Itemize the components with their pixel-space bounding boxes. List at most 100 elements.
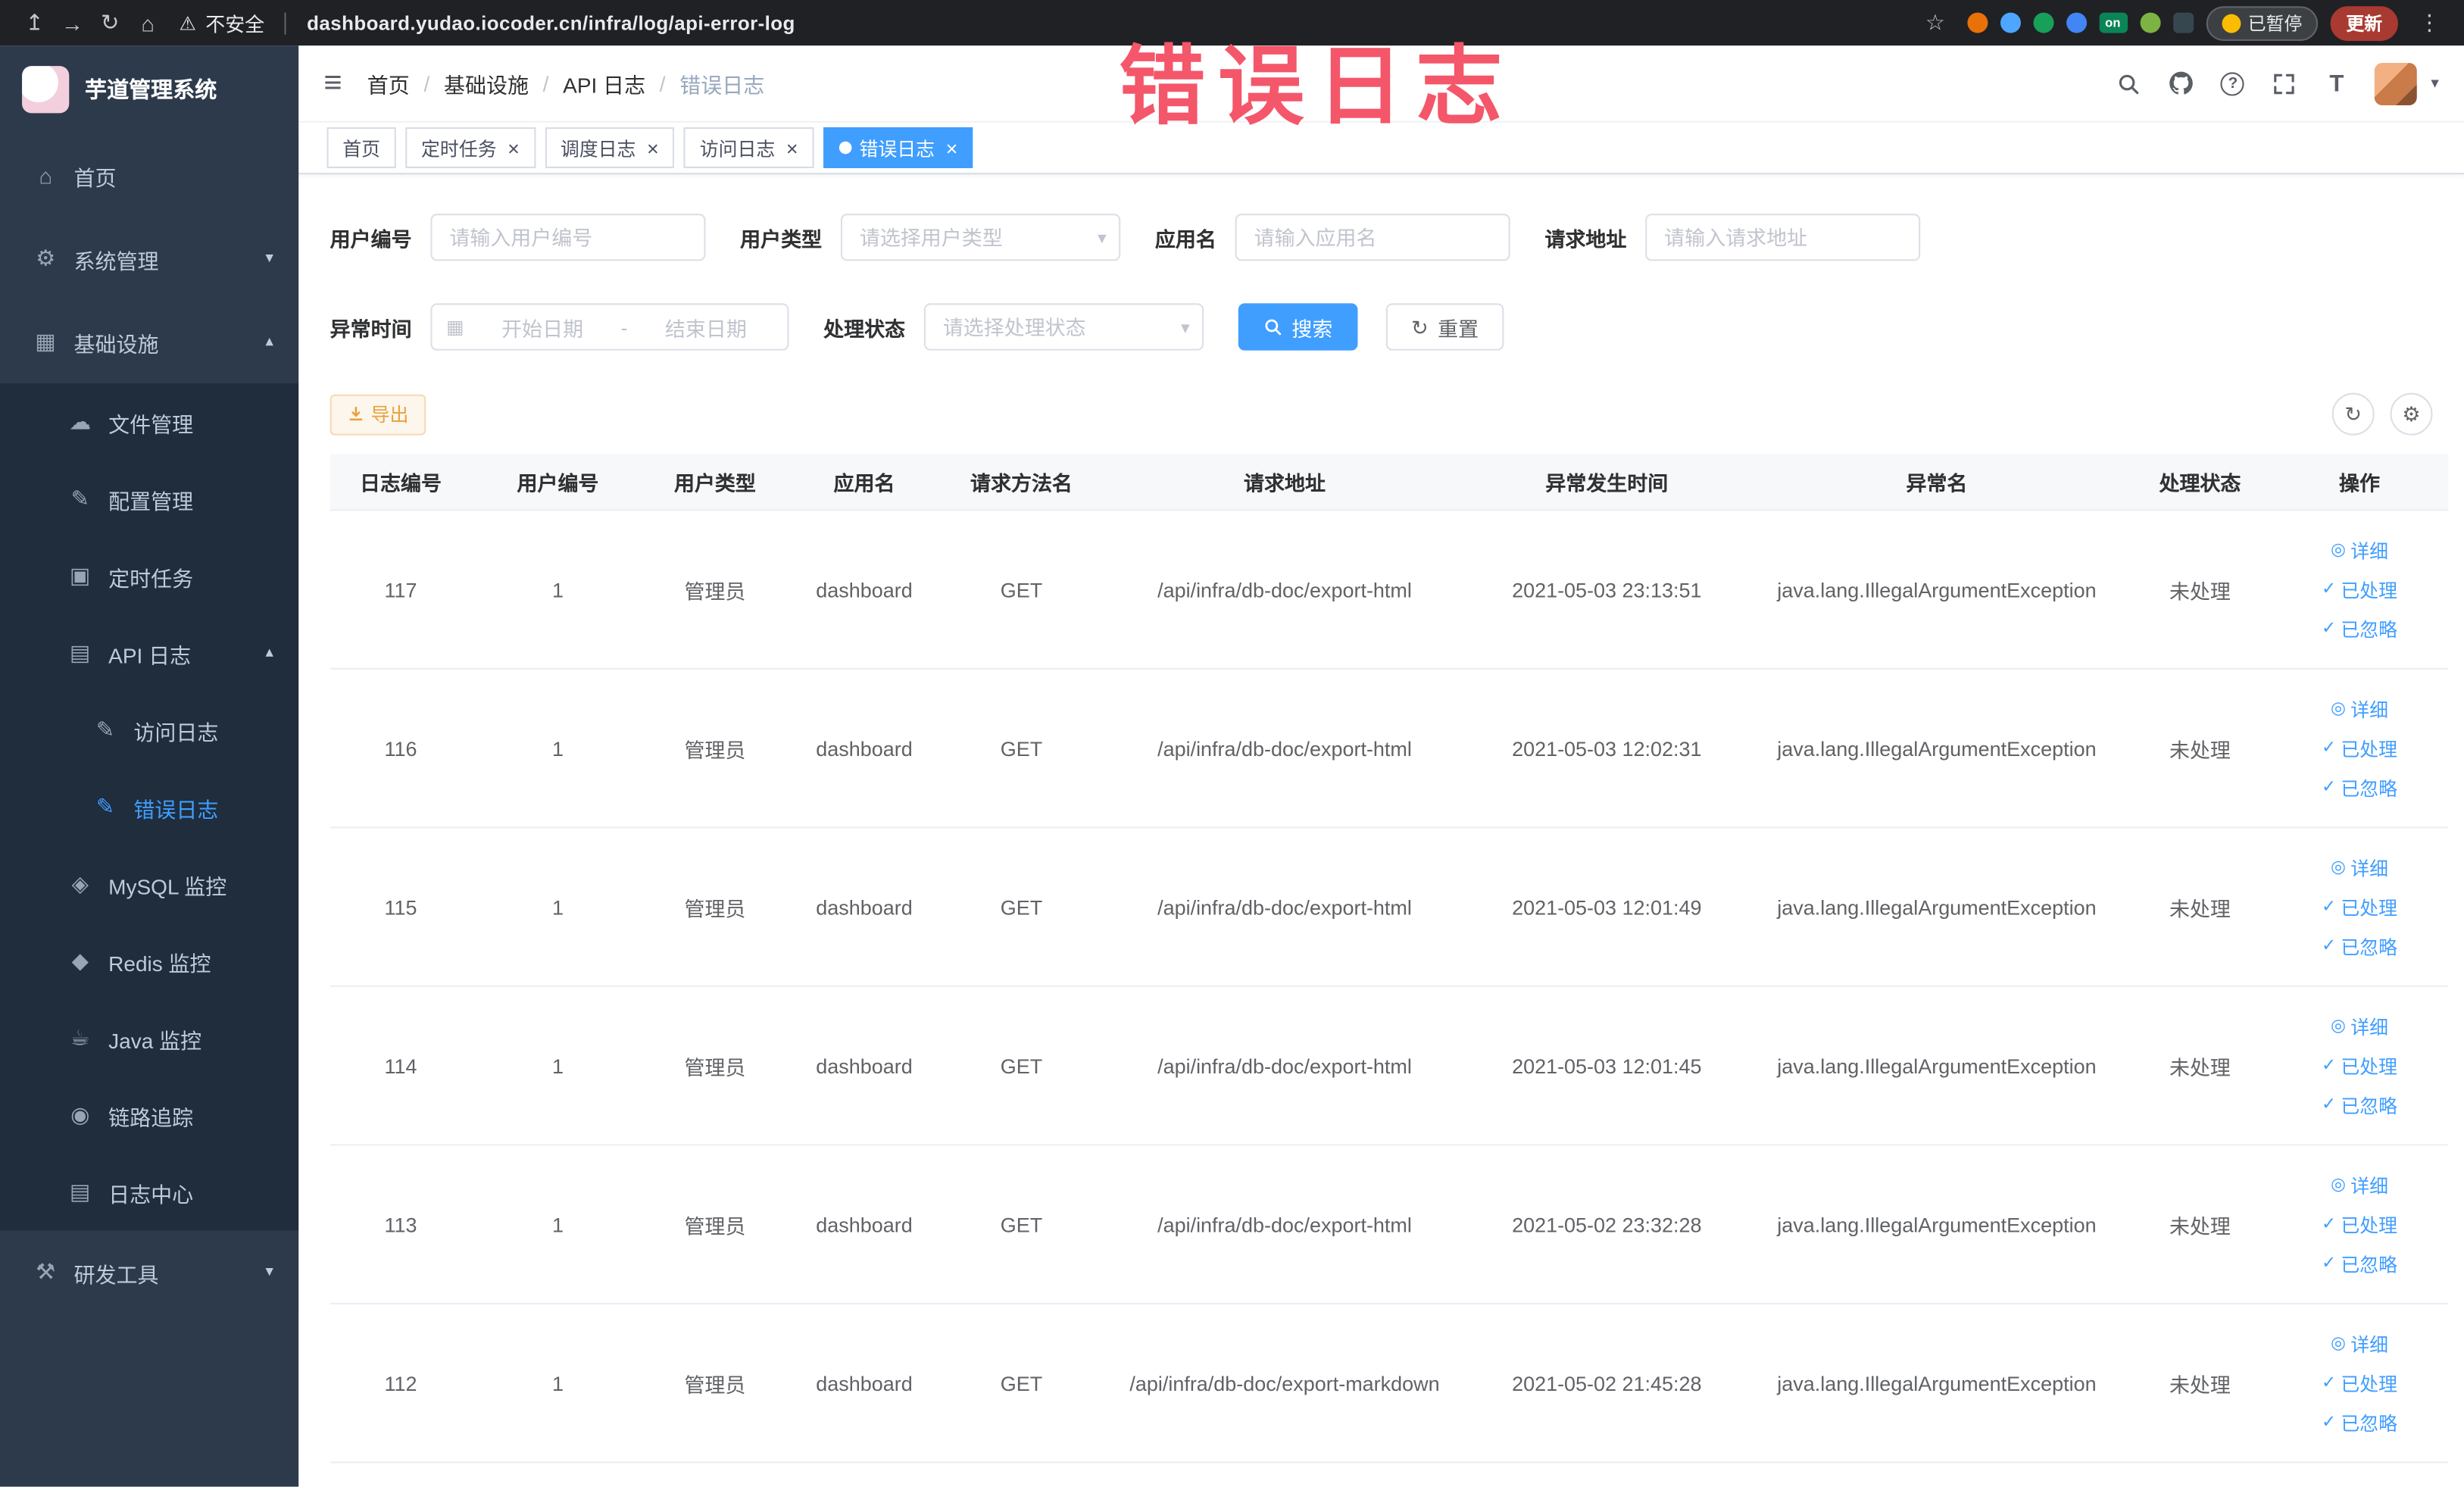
search-button[interactable]: 搜索 — [1238, 303, 1358, 351]
sidebar-item-system[interactable]: ⚙ 系统管理 ▾ — [0, 217, 299, 301]
sidebar-item-file[interactable]: ☁ 文件管理 — [0, 383, 299, 461]
sidebar-item-trace[interactable]: ◉ 链路追踪 — [0, 1076, 299, 1154]
close-icon[interactable]: × — [946, 138, 958, 158]
app-name-input[interactable] — [1235, 214, 1510, 261]
row-action-detail[interactable]: ◎ 详细 — [2331, 854, 2388, 881]
font-size-icon[interactable]: T — [2322, 69, 2350, 97]
search-icon[interactable] — [2115, 69, 2143, 97]
row-action-detail[interactable]: ◎ 详细 — [2331, 1013, 2388, 1039]
tab-home[interactable]: 首页 — [326, 127, 396, 168]
sidebar-item-access-log[interactable]: ✎ 访问日志 — [0, 691, 299, 769]
sidebar-item-dev-tools[interactable]: ⚒ 研发工具 ▾ — [0, 1230, 299, 1314]
check-icon: ✓ — [2321, 1214, 2337, 1233]
sidebar-item-error-log[interactable]: ✎ 错误日志 — [0, 768, 299, 846]
bookmark-star-icon[interactable]: ☆ — [1916, 9, 1954, 36]
sidebar-item-config[interactable]: ✎ 配置管理 — [0, 460, 299, 538]
table-cell: 未处理 — [2169, 1214, 2231, 1238]
row-action-ignored[interactable]: ✓ 已忽略 — [2322, 1092, 2397, 1118]
exception-time-range-picker[interactable]: ▦ 开始日期 - 结束日期 — [430, 303, 789, 351]
column-settings-button[interactable]: ⚙ — [2390, 392, 2433, 436]
paused-badge[interactable]: 已暂停 — [2205, 5, 2319, 40]
github-icon[interactable] — [2167, 69, 2195, 97]
tab-access-log[interactable]: 访问日志 × — [683, 127, 814, 168]
sidebar-item-java[interactable]: ☕ Java 监控 — [0, 999, 299, 1077]
row-action-ignored[interactable]: ✓ 已忽略 — [2322, 774, 2397, 801]
caret-down-icon[interactable]: ▾ — [2431, 75, 2438, 92]
extension-icon[interactable] — [1999, 12, 2020, 33]
close-icon[interactable]: × — [786, 138, 798, 158]
reload-icon[interactable]: ↻ — [91, 9, 129, 36]
user-id-input[interactable] — [430, 214, 706, 261]
tab-job[interactable]: 定时任务 × — [405, 127, 536, 168]
row-action-detail[interactable]: ◎ 详细 — [2331, 1330, 2388, 1357]
request-url-input[interactable] — [1645, 214, 1921, 261]
overlay-annotation: 错误日志 — [1119, 37, 1515, 136]
close-icon[interactable]: × — [507, 138, 520, 158]
breadcrumb-item[interactable]: 首页 — [367, 67, 410, 98]
table-cell: 117 — [384, 577, 417, 601]
update-button[interactable]: 更新 — [2330, 5, 2398, 40]
table-cell: 1 — [551, 1054, 564, 1078]
row-action-ignored[interactable]: ✓ 已忽略 — [2322, 932, 2397, 959]
sidebar-item-mysql[interactable]: ◈ MySQL 监控 — [0, 845, 299, 923]
sidebar-item-infra[interactable]: ▦ 基础设施 ▴ — [0, 300, 299, 384]
extension-icon[interactable] — [1966, 12, 1988, 33]
tab-job-log[interactable]: 调度日志 × — [545, 127, 675, 168]
table-cell: dashboard — [816, 1371, 913, 1395]
sidebar-item-log-center[interactable]: ▤ 日志中心 — [0, 1153, 299, 1231]
hamburger-icon[interactable]: ≡ — [323, 67, 342, 98]
breadcrumb-item[interactable]: 基础设施 — [444, 67, 529, 98]
extension-icon[interactable] — [2032, 12, 2053, 33]
sidebar-item-home[interactable]: ⌂ 首页 — [0, 133, 299, 217]
row-action-processed[interactable]: ✓ 已处理 — [2322, 893, 2397, 920]
reset-button[interactable]: ↻ 重置 — [1385, 303, 1504, 351]
sidebar-item-redis[interactable]: ◆ Redis 监控 — [0, 922, 299, 1000]
fullscreen-icon[interactable] — [2271, 69, 2299, 97]
refresh-button[interactable]: ↻ — [2331, 392, 2375, 436]
kebab-menu-icon[interactable]: ⋮ — [2410, 9, 2448, 36]
row-action-detail[interactable]: ◎ 详细 — [2331, 695, 2388, 722]
browser-home-icon[interactable]: ⌂ — [129, 10, 167, 35]
app-logo[interactable]: 芋道管理系统 — [0, 45, 298, 133]
extension-icon[interactable] — [2139, 12, 2160, 33]
url-text: dashboard.yudao.iocoder.cn/infra/log/api… — [307, 11, 795, 34]
row-action-processed[interactable]: ✓ 已处理 — [2322, 576, 2397, 602]
table-cell: /api/infra/db-doc/export-html — [1157, 895, 1412, 919]
row-action-processed[interactable]: ✓ 已处理 — [2322, 1211, 2397, 1237]
breadcrumb-item[interactable]: API 日志 — [563, 67, 645, 98]
table-cell: 115 — [384, 895, 417, 919]
table-cell: java.lang.IllegalArgumentException — [1777, 577, 2097, 601]
process-status-select[interactable]: ▾ — [923, 303, 1204, 351]
paused-label: 已暂停 — [2247, 14, 2303, 34]
extension-icon[interactable] — [2066, 12, 2087, 33]
address-bar[interactable]: ⚠ 不安全 dashboard.yudao.iocoder.cn/infra/l… — [180, 8, 795, 37]
forward-icon[interactable]: → — [54, 10, 92, 35]
check-icon: ✓ — [2321, 936, 2337, 955]
filter-label: 用户编号 — [329, 226, 412, 251]
sidebar-item-job[interactable]: ▣ 定时任务 — [0, 537, 299, 615]
extension-on-badge[interactable]: on — [2098, 12, 2127, 33]
table-cell: 未处理 — [2169, 579, 2231, 603]
avatar[interactable] — [2374, 61, 2417, 105]
process-status-select-input[interactable] — [923, 303, 1204, 351]
update-label: 更新 — [2346, 14, 2383, 34]
row-action-processed[interactable]: ✓ 已处理 — [2322, 1052, 2397, 1079]
help-icon[interactable]: ? — [2219, 69, 2247, 97]
row-action-ignored[interactable]: ✓ 已忽略 — [2322, 1409, 2397, 1435]
sidebar-item-label: 文件管理 — [108, 412, 194, 436]
user-type-select[interactable]: ▾ — [840, 214, 1121, 261]
row-action-processed[interactable]: ✓ 已处理 — [2322, 1370, 2397, 1396]
row-action-ignored[interactable]: ✓ 已忽略 — [2322, 1250, 2397, 1276]
tab-error-log[interactable]: 错误日志 × — [823, 127, 974, 168]
close-icon[interactable]: × — [647, 138, 659, 158]
sidebar-item-api-log[interactable]: ▤ API 日志 ▴ — [0, 614, 299, 692]
row-action-detail[interactable]: ◎ 详细 — [2331, 536, 2388, 563]
row-action-ignored[interactable]: ✓ 已忽略 — [2322, 615, 2397, 642]
user-type-select-input[interactable] — [840, 214, 1121, 261]
export-button[interactable]: 导出 — [329, 393, 426, 435]
export-button-label: 导出 — [370, 404, 409, 426]
extension-icon[interactable] — [2172, 12, 2194, 33]
share-icon[interactable]: ↥ — [16, 9, 54, 36]
row-action-processed[interactable]: ✓ 已处理 — [2322, 735, 2397, 761]
row-action-detail[interactable]: ◎ 详细 — [2331, 1172, 2388, 1198]
